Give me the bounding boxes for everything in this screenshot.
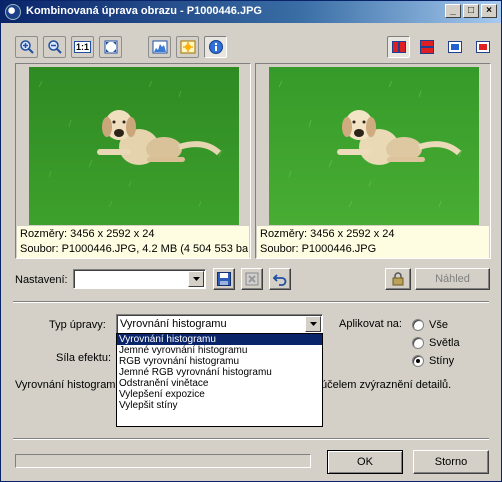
view-split-horizontal-button[interactable]: [415, 36, 438, 58]
actual-size-button[interactable]: 1:1: [71, 36, 94, 58]
view-original-button[interactable]: [443, 36, 466, 58]
apply-shadows-label: Stíny: [429, 355, 455, 367]
apply-highlights-label: Světla: [429, 337, 460, 349]
split-vertical-icon: [391, 41, 406, 53]
close-button[interactable]: ×: [481, 4, 497, 18]
dropdown-option[interactable]: Vylepšení expozice: [117, 389, 322, 400]
original-info: Rozměry: 3456 x 2592 x 24 Soubor: P10004…: [17, 226, 249, 258]
cancel-button[interactable]: Storno: [413, 450, 489, 474]
adjust-type-dropdown-list[interactable]: Vyrovnání histogramu Jemné vyrovnání his…: [116, 333, 323, 427]
settings-dropdown-arrow[interactable]: [188, 271, 204, 287]
result-photo[interactable]: [269, 67, 479, 225]
apply-shadows-radio[interactable]: [412, 355, 424, 367]
result-preview-panel: Rozměry: 3456 x 2592 x 24 Soubor: P10004…: [255, 63, 491, 259]
app-icon: [5, 4, 21, 20]
split-horizontal-icon: [419, 40, 434, 54]
original-preview-panel: Rozměry: 3456 x 2592 x 24 Soubor: P10004…: [15, 63, 251, 259]
undo-icon: [273, 274, 287, 286]
info-icon: [208, 40, 223, 54]
fit-to-window-button[interactable]: [99, 36, 122, 58]
chevron-down-icon: [192, 277, 200, 281]
apply-highlights-radio[interactable]: [412, 337, 424, 349]
apply-to-label: Aplikovat na:: [339, 318, 402, 330]
dropdown-option[interactable]: RGB vyrovnání histogramu: [117, 356, 322, 367]
zoom-in-button[interactable]: [15, 36, 38, 58]
original-dimensions: Rozměry: 3456 x 2592 x 24: [20, 228, 155, 240]
result-info: Rozměry: 3456 x 2592 x 24 Soubor: P10004…: [257, 226, 489, 258]
result-dimensions: Rozměry: 3456 x 2592 x 24: [260, 228, 395, 240]
adjust-type-label: Typ úpravy:: [49, 319, 106, 331]
minimize-icon: _: [450, 5, 456, 16]
zoom-in-icon: [19, 40, 34, 54]
dropdown-option[interactable]: Vylepšit stíny: [117, 400, 322, 411]
save-icon: [217, 272, 231, 286]
description-text-end: účelem zvýraznění detailů.: [321, 379, 452, 391]
preview-button-label: Náhled: [435, 273, 470, 285]
delete-icon: [245, 272, 259, 286]
lock-icon: [392, 272, 404, 286]
dropdown-option[interactable]: Jemné RGB vyrovnání histogramu: [117, 367, 322, 378]
histogram-button[interactable]: [148, 36, 171, 58]
settings-combo[interactable]: [73, 269, 206, 289]
view-split-vertical-button[interactable]: [387, 36, 410, 58]
chevron-down-icon: [309, 322, 317, 326]
apply-all-label: Vše: [429, 319, 448, 331]
title-bar[interactable]: Kombinovaná úprava obrazu - P1000446.JPG…: [1, 1, 501, 23]
settings-label: Nastavení:: [15, 274, 68, 286]
adjust-type-combo[interactable]: Vyrovnání histogramu: [116, 314, 323, 334]
separator-top: [13, 301, 489, 303]
undo-button[interactable]: [269, 268, 291, 290]
separator-bottom: [13, 438, 489, 440]
ok-button-label: OK: [357, 456, 373, 468]
actual-size-icon: 1:1: [73, 41, 91, 53]
progress-bar: [15, 454, 311, 468]
original-file: Soubor: P1000446.JPG, 4.2 MB (4 504 553 …: [20, 243, 249, 255]
save-settings-button[interactable]: [213, 268, 235, 290]
maximize-icon: □: [467, 5, 475, 16]
original-only-icon: [447, 41, 462, 53]
cancel-button-label: Storno: [434, 456, 468, 468]
maximize-button[interactable]: □: [463, 4, 479, 18]
effects-icon: [180, 40, 195, 54]
apply-all-radio[interactable]: [412, 319, 424, 331]
fit-to-window-icon: [104, 40, 117, 54]
info-button[interactable]: [204, 36, 227, 58]
dropdown-option[interactable]: Jemné vyrovnání histogramu: [117, 345, 322, 356]
zoom-out-button[interactable]: [43, 36, 66, 58]
strength-label: Síla efektu:: [56, 352, 112, 364]
window-title: Kombinovaná úprava obrazu - P1000446.JPG: [26, 5, 262, 17]
delete-settings-button[interactable]: [241, 268, 263, 290]
minimize-button[interactable]: _: [445, 4, 461, 18]
result-file: Soubor: P1000446.JPG: [260, 243, 377, 255]
original-photo[interactable]: [29, 67, 239, 225]
close-icon: ×: [486, 5, 492, 16]
preview-button[interactable]: Náhled: [415, 268, 490, 290]
description-text-start: Vyrovnání histogram: [15, 379, 116, 391]
ok-button[interactable]: OK: [327, 450, 403, 474]
zoom-out-icon: [47, 40, 62, 54]
dropdown-option[interactable]: Odstranění vinětace: [117, 378, 322, 389]
dropdown-option[interactable]: Vyrovnání histogramu: [117, 334, 322, 345]
effects-button[interactable]: [176, 36, 199, 58]
dialog-window: Kombinovaná úprava obrazu - P1000446.JPG…: [0, 0, 502, 482]
adjust-type-value: Vyrovnání histogramu: [120, 318, 227, 330]
histogram-icon: [152, 40, 167, 54]
adjust-type-dropdown-arrow[interactable]: [305, 316, 321, 332]
view-result-button[interactable]: [471, 36, 494, 58]
result-only-icon: [475, 41, 490, 53]
lock-preview-button[interactable]: [385, 268, 411, 290]
